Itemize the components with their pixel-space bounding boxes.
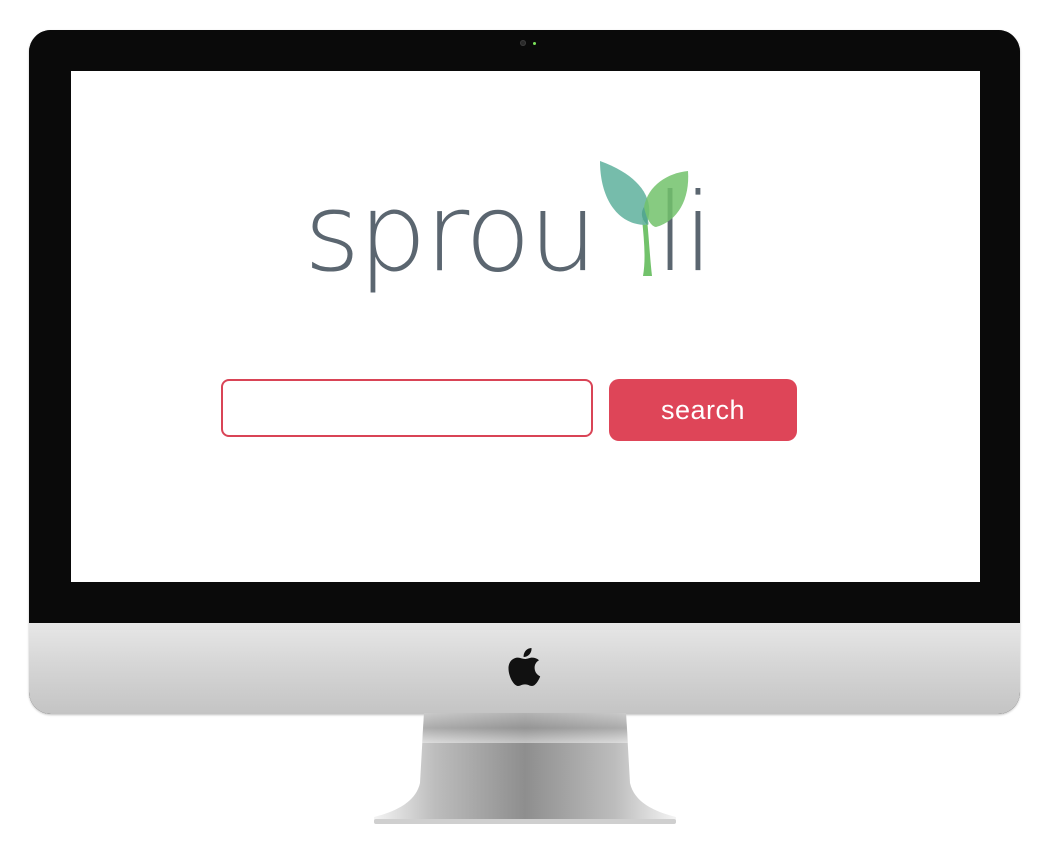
sprout-icon [600,161,689,276]
screen: sprou li search [71,71,980,582]
logo-text-part-1: sprou [304,171,597,296]
search-bar: search [221,379,801,443]
imac-monitor: sprou li search [29,30,1020,714]
camera-led-icon [533,42,536,45]
monitor-stand [374,713,676,824]
monitor-bezel: sprou li search [29,30,1020,623]
search-button[interactable]: search [609,379,797,441]
apple-icon [508,648,541,686]
sproutli-logo: sprou li [304,159,754,309]
monitor-chin [29,623,1020,714]
search-input[interactable] [221,379,593,437]
camera-icon [520,40,526,46]
